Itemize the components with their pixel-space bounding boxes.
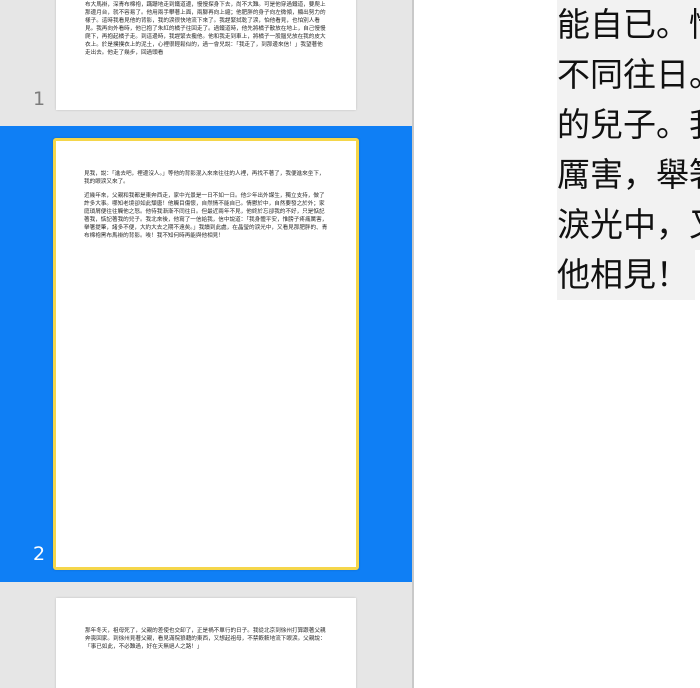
thumbnail-paragraph: 那年冬天，祖母死了，父親的差使也交卸了，正是禍不單行的日子。我從北京到徐州打算跟… xyxy=(85,628,326,650)
page-text-block: 能自已。情鬱於中，自然要發之於外 不同往日。但最近兩年不見，他終於 的兒子。我北… xyxy=(557,0,700,300)
thumbnail-slot-page-3[interactable]: 那年冬天，祖母死了，父親的差使也交卸了，正是禍不單行的日子。我從北京到徐州打算跟… xyxy=(0,582,412,688)
page-thumbnail-selected[interactable]: 見我，說：「進去吧，裡邊沒人。」等他的背影混入來來往往的人裡，再找不著了，我便進… xyxy=(53,138,359,570)
text-line: 不同往日。但最近兩年不見，他終於 xyxy=(557,50,700,100)
thumbnail-text: 布大馬褂，深青布棉袍，蹣跚地走到鐵道邊，慢慢探身下去，尚不大難。可是他穿過鐵道，… xyxy=(85,1,328,57)
thumbnail-slot-page-2[interactable]: 見我，說：「進去吧，裡邊沒人。」等他的背影混入來來往往的人裡，再找不著了，我便進… xyxy=(0,126,412,582)
thumbnail-paragraph: 見我，說：「進去吧，裡邊沒人。」等他的背影混入來來往往的人裡，再找不著了，我便進… xyxy=(84,171,325,185)
page-thumbnail[interactable]: 布大馬褂，深青布棉袍，蹣跚地走到鐵道邊，慢慢探身下去，尚不大難。可是他穿過鐵道，… xyxy=(56,0,356,110)
text-line: 淚光中，又看見那肥胖的、青布棉袍 xyxy=(557,200,700,250)
text-line: 能自已。情鬱於中，自然要發之於外 xyxy=(557,0,700,50)
thumbnail-text: 見我，說：「進去吧，裡邊沒人。」等他的背影混入來來往往的人裡，再找不著了，我便進… xyxy=(84,170,329,240)
text-line: 他相見！ xyxy=(557,250,695,300)
thumbnail-slot-page-1[interactable]: 布大馬褂，深青布棉袍，蹣跚地走到鐵道邊，慢慢探身下去，尚不大難。可是他穿過鐵道，… xyxy=(0,0,412,126)
page-view[interactable]: 能自已。情鬱於中，自然要發之於外 不同往日。但最近兩年不見，他終於 的兒子。我北… xyxy=(414,0,700,688)
page-thumbnail[interactable]: 那年冬天，祖母死了，父親的差使也交卸了，正是禍不單行的日子。我從北京到徐州打算跟… xyxy=(56,598,356,688)
thumbnail-paragraph: 近幾年來，父親和我都是東奔西走，家中光景是一日不如一日。他少年出外謀生，獨立支持… xyxy=(84,193,328,239)
page-number-label: 1 xyxy=(33,88,46,110)
thumbnail-paragraph: 布大馬褂，深青布棉袍，蹣跚地走到鐵道邊，慢慢探身下去，尚不大難。可是他穿過鐵道，… xyxy=(85,2,326,56)
thumbnail-sidebar[interactable]: 布大馬褂，深青布棉袍，蹣跚地走到鐵道邊，慢慢探身下去，尚不大難。可是他穿過鐵道，… xyxy=(0,0,412,688)
thumbnail-text: 那年冬天，祖母死了，父親的差使也交卸了，正是禍不單行的日子。我從北京到徐州打算跟… xyxy=(85,627,328,651)
text-line: 厲害，舉箸提筆，諸多不便，大約大 xyxy=(557,150,700,200)
text-line: 的兒子。我北來後，他寫了一信給我 xyxy=(557,100,700,150)
page-number-label: 2 xyxy=(33,543,46,565)
document-viewer-app: 布大馬褂，深青布棉袍，蹣跚地走到鐵道邊，慢慢探身下去，尚不大難。可是他穿過鐵道，… xyxy=(0,0,700,688)
